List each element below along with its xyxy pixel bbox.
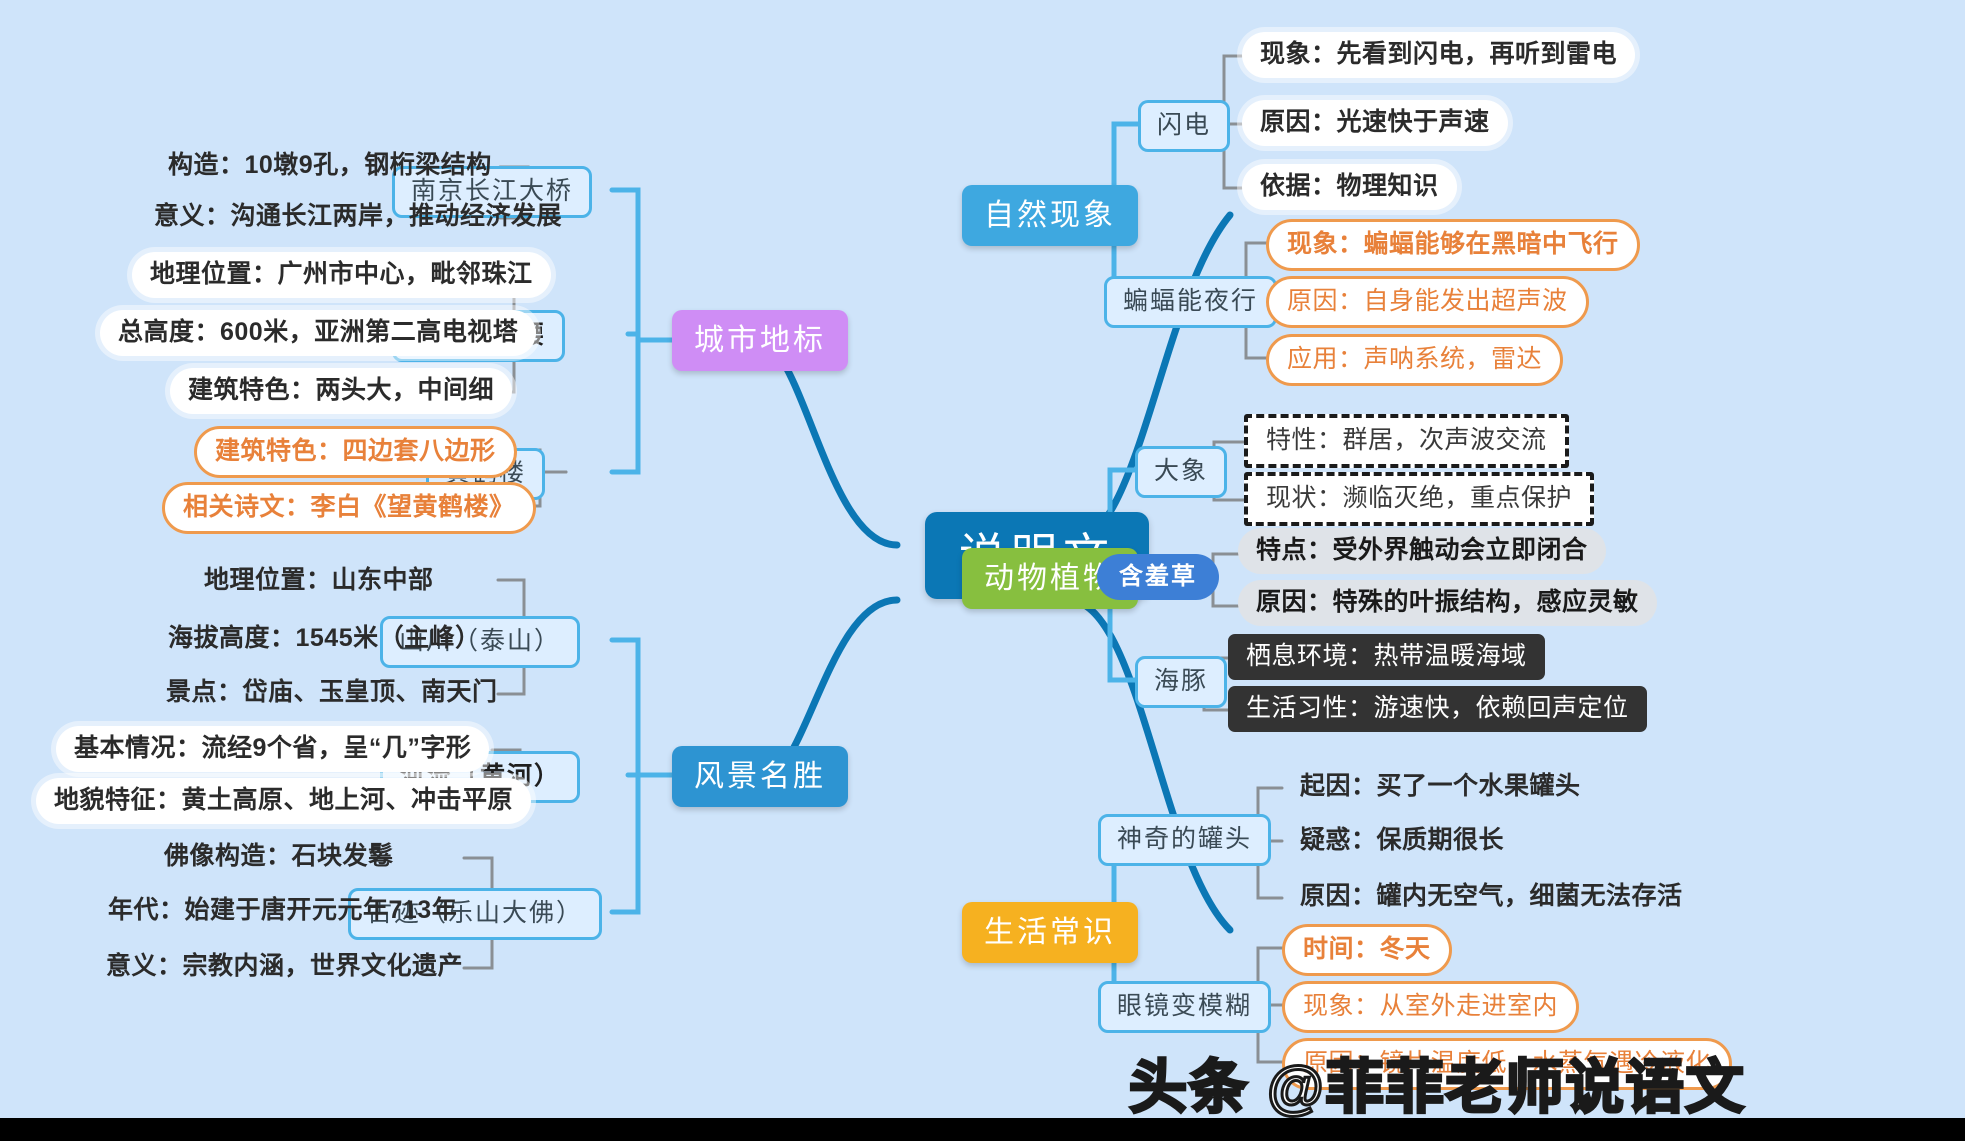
node-elephant[interactable]: 大象 (1135, 446, 1228, 498)
leaf-buddha-3[interactable]: 意义：宗教内涵，世界文化遗产 (88, 944, 481, 990)
node-lightning[interactable]: 闪电 (1138, 100, 1231, 152)
leaf-glasses-1[interactable]: 时间：冬天 (1282, 924, 1452, 976)
node-glasses[interactable]: 眼镜变模糊 (1098, 981, 1272, 1033)
branch-scenery[interactable]: 风景名胜 (672, 746, 848, 807)
leaf-can-2[interactable]: 疑惑：保质期很长 (1282, 818, 1522, 864)
leaf-canton-3[interactable]: 建筑特色：两头大，中间细 (170, 368, 513, 414)
node-dolphin[interactable]: 海豚 (1135, 656, 1228, 708)
link-scenery-buddha (609, 772, 675, 915)
leaf-buddha-1[interactable]: 佛像构造：石块发鬈 (146, 834, 412, 880)
leaf-taishan-1[interactable]: 地理位置：山东中部 (186, 558, 452, 604)
leaf-dolphin-1[interactable]: 栖息环境：热带温暖海域 (1228, 634, 1545, 680)
leaf-taishan-2[interactable]: 海拔高度：1545米（主峰） (150, 616, 499, 662)
leaf-lightning-2[interactable]: 原因：光速快于声速 (1242, 100, 1508, 146)
link-landmark-bridge (609, 187, 675, 343)
link-scenery-mountain (609, 637, 675, 778)
leaf-glasses-2[interactable]: 现象：从室外走进室内 (1282, 981, 1580, 1033)
node-mimosa[interactable]: 含羞草 (1097, 554, 1219, 601)
leaf-river-2[interactable]: 地貌特征：黄土高原、地上河、冲击平原 (36, 778, 532, 824)
bottom-bar (0, 1118, 1965, 1141)
leaf-crane-2[interactable]: 相关诗文：李白《望黄鹤楼》 (162, 482, 536, 534)
leaf-dolphin-2[interactable]: 生活习性：游速快，依赖回声定位 (1228, 686, 1647, 732)
leaf-bridge-2[interactable]: 意义：沟通长江两岸，推动经济发展 (136, 194, 580, 240)
leaf-river-1[interactable]: 基本情况：流经9个省，呈“几”字形 (56, 726, 490, 772)
leaf-canton-1[interactable]: 地理位置：广州市中心，毗邻珠江 (132, 252, 551, 298)
leaf-elephant-2[interactable]: 现状：濒临灭绝，重点保护 (1244, 472, 1595, 526)
leaf-bat-1[interactable]: 现象：蝙蝠能够在黑暗中飞行 (1266, 219, 1640, 271)
leaf-taishan-3[interactable]: 景点：岱庙、玉皇顶、南天门 (148, 670, 516, 716)
leaf-bat-2[interactable]: 原因：自身能发出超声波 (1266, 276, 1589, 328)
branch-life[interactable]: 生活常识 (962, 902, 1138, 963)
branch-landmarks[interactable]: 城市地标 (672, 310, 848, 371)
leaf-lightning-1[interactable]: 现象：先看到闪电，再听到雷电 (1242, 32, 1636, 78)
leaf-lightning-3[interactable]: 依据：物理知识 (1242, 164, 1457, 210)
leaf-buddha-2[interactable]: 年代：始建于唐开元元年713年 (90, 888, 475, 934)
leaf-mimosa-2[interactable]: 原因：特殊的叶振结构，感应灵敏 (1238, 580, 1657, 626)
link-landmark-yellowcrane (609, 337, 675, 475)
leaf-bridge-1[interactable]: 构造：10墩9孔，钢桁梁结构 (150, 143, 510, 189)
watermark-text: 头条 @菲菲老师说语文 (1128, 1054, 1746, 1122)
node-bat[interactable]: 蝙蝠能夜行 (1104, 276, 1278, 328)
leaf-can-1[interactable]: 起因：买了一个水果罐头 (1282, 764, 1599, 810)
branch-natural[interactable]: 自然现象 (962, 185, 1138, 246)
leaf-elephant-1[interactable]: 特性：群居，次声波交流 (1244, 414, 1569, 468)
leaf-mimosa-1[interactable]: 特点：受外界触动会立即闭合 (1238, 528, 1606, 574)
node-can[interactable]: 神奇的罐头 (1098, 814, 1272, 866)
trunk-life (1064, 596, 1234, 934)
leaf-bat-3[interactable]: 应用：声呐系统，雷达 (1266, 334, 1564, 386)
link-landmark-canton (625, 331, 675, 343)
mindmap-canvas: 说明文 自然现象 闪电 现象：先看到闪电，再听到雷电 原因：光速快于声速 依据：… (0, 0, 1965, 1141)
leaf-canton-2[interactable]: 总高度：600米，亚洲第二高电视塔 (100, 310, 537, 356)
leaf-can-3[interactable]: 原因：罐内无空气，细菌无法存活 (1282, 874, 1701, 920)
leaf-crane-1[interactable]: 建筑特色：四边套八边形 (194, 426, 517, 478)
